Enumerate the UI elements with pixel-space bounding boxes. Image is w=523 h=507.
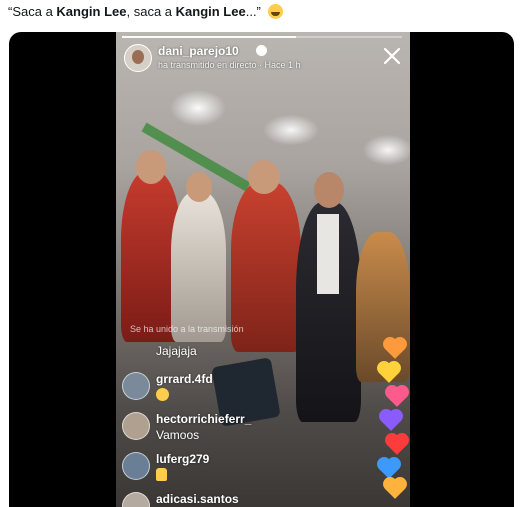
tweet-text-part: , saca a [126, 4, 176, 19]
comment-username[interactable]: adicasi.santos [156, 492, 239, 506]
tweet-text-part: ...” [245, 4, 265, 19]
story-header: dani_parejo10 ha transmitido en directo … [124, 42, 404, 76]
video-player[interactable]: dani_parejo10 ha transmitido en directo … [9, 32, 514, 507]
thumbs-up-emoji-icon [156, 468, 167, 481]
list-item: Jajajaja [122, 340, 352, 368]
floating-hearts [378, 332, 408, 502]
comment-join-hint: Se ha unido a la transmisión [130, 324, 244, 334]
tweet-bold-name: Kangin Lee [56, 4, 127, 19]
list-item: luferg279 [122, 448, 352, 488]
story-username[interactable]: dani_parejo10 [158, 44, 239, 58]
grinning-face-emoji-icon [156, 388, 169, 401]
verified-badge-icon [256, 45, 267, 56]
heart-icon [385, 339, 405, 359]
avatar [122, 372, 150, 400]
scene-person-head [248, 160, 280, 194]
list-item: grrard.4fd [122, 368, 352, 408]
scene-person-head [314, 172, 344, 208]
close-icon[interactable] [382, 46, 402, 66]
avatar [122, 412, 150, 440]
comment-text: Vamoos [156, 428, 200, 442]
heart-icon [379, 363, 399, 383]
tweet-text: “Saca a Kangin Lee, saca a Kangin Lee...… [8, 4, 283, 19]
scene-person-head [136, 150, 166, 184]
instagram-live-story: dani_parejo10 ha transmitido en directo … [116, 32, 410, 507]
scene-person [171, 192, 226, 342]
scene-shirt [317, 214, 339, 294]
tweet-text-part: “Saca a [8, 4, 57, 19]
heart-icon [387, 435, 407, 455]
live-comments-list: Jajajaja grrard.4fd hectorrichieferr_ Va… [122, 340, 352, 507]
heart-icon [387, 387, 407, 407]
list-item: hectorrichieferr_ Vamoos [122, 408, 352, 448]
comment-username[interactable]: hectorrichieferr_ [156, 412, 251, 426]
heart-icon [385, 479, 405, 499]
story-progress-fill [122, 36, 296, 38]
tweet-bold-name: Kangin Lee [175, 4, 246, 19]
comment-emoji [156, 468, 167, 484]
list-item: adicasi.santos [122, 488, 352, 507]
heart-icon [381, 411, 401, 431]
story-progress-bar [122, 36, 402, 38]
avatar[interactable] [124, 44, 152, 72]
comment-text: Jajajaja [156, 344, 197, 358]
comment-username[interactable]: luferg279 [156, 452, 209, 466]
avatar [122, 452, 150, 480]
avatar [122, 492, 150, 507]
comment-username[interactable]: grrard.4fd [156, 372, 213, 386]
comment-emoji [156, 388, 169, 404]
scene-person-head [186, 172, 212, 202]
laughing-tears-emoji-icon [267, 4, 283, 19]
story-subline: ha transmitido en directo · Hace 1 h [158, 60, 301, 70]
